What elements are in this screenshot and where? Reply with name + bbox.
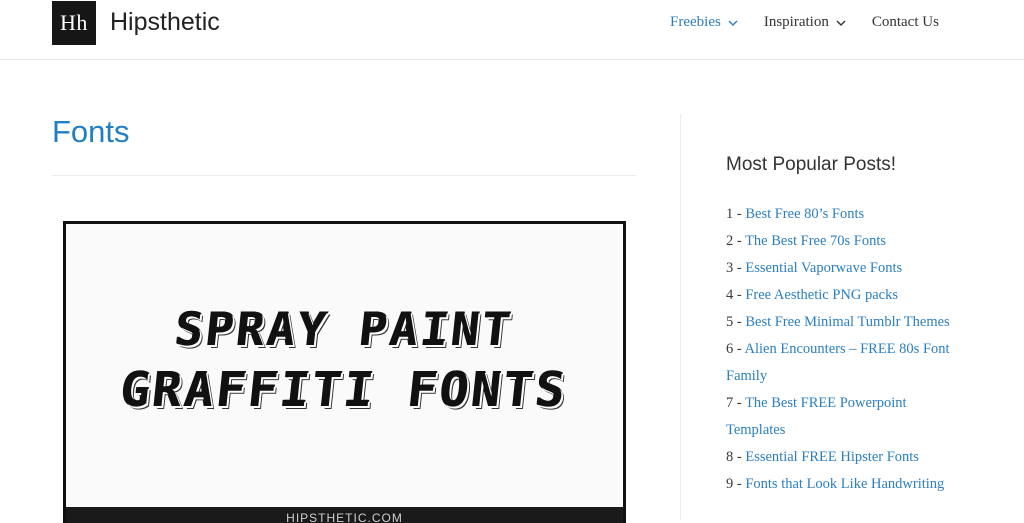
- post-link[interactable]: Fonts that Look Like Handwriting: [745, 476, 944, 492]
- post-number: 5 -: [726, 314, 746, 330]
- list-item: 9 - Fonts that Look Like Handwriting: [726, 471, 966, 498]
- list-item: 2 - The Best Free 70s Fonts: [726, 228, 966, 255]
- nav-item-label: Freebies: [670, 14, 721, 30]
- popular-posts-list: 1 - Best Free 80’s Fonts 2 - The Best Fr…: [726, 201, 966, 498]
- post-number: 7 -: [726, 395, 746, 411]
- site-logo[interactable]: Hh: [52, 1, 96, 45]
- post-link[interactable]: Best Free Minimal Tumblr Themes: [745, 314, 949, 330]
- post-number: 8 -: [726, 449, 746, 465]
- post-number: 2 -: [726, 233, 746, 249]
- site-title-link[interactable]: Hipsthetic: [110, 8, 220, 37]
- post-link[interactable]: Essential Vaporwave Fonts: [745, 260, 902, 276]
- chevron-down-icon: [728, 18, 738, 28]
- post-link[interactable]: Essential FREE Hipster Fonts: [745, 449, 919, 465]
- nav-item-inspiration[interactable]: Inspiration: [764, 14, 846, 31]
- title-divider: [52, 175, 636, 176]
- list-item: 6 - Alien Encounters – FREE 80s Font Fam…: [726, 336, 966, 390]
- page-title: Fonts: [52, 114, 130, 149]
- list-item: 4 - Free Aesthetic PNG packs: [726, 282, 966, 309]
- post-number: 9 -: [726, 476, 746, 492]
- site-header: Hh Hipsthetic Freebies Inspiration Conta…: [0, 0, 1024, 60]
- chevron-down-icon: [836, 18, 846, 28]
- post-number: 3 -: [726, 260, 746, 276]
- post-number: 1 -: [726, 206, 746, 222]
- post-number: 4 -: [726, 287, 746, 303]
- nav-item-contact-us[interactable]: Contact Us: [872, 14, 939, 31]
- featured-image-footer: HIPSTHETIC.COM: [66, 507, 623, 523]
- list-item: 5 - Best Free Minimal Tumblr Themes: [726, 309, 966, 336]
- post-link[interactable]: The Best FREE Powerpoint Templates: [726, 395, 907, 438]
- list-item: 7 - The Best FREE Powerpoint Templates: [726, 390, 966, 444]
- post-link[interactable]: Best Free 80’s Fonts: [745, 206, 864, 222]
- list-item: 1 - Best Free 80’s Fonts: [726, 201, 966, 228]
- featured-image[interactable]: SPRAY PAINT GRAFFITI FONTS HIPSTHETIC.CO…: [63, 221, 626, 523]
- nav-item-freebies[interactable]: Freebies: [670, 14, 738, 31]
- post-link[interactable]: Free Aesthetic PNG packs: [745, 287, 898, 303]
- post-number: 6 -: [726, 341, 745, 357]
- main-nav: Freebies Inspiration Contact Us: [670, 14, 939, 31]
- nav-item-label: Inspiration: [763, 14, 829, 30]
- list-item: 3 - Essential Vaporwave Fonts: [726, 255, 966, 282]
- sidebar-divider: [680, 114, 681, 520]
- nav-item-label: Contact Us: [871, 14, 939, 30]
- featured-image-text-line1: SPRAY PAINT: [172, 302, 517, 356]
- post-link[interactable]: Alien Encounters – FREE 80s Font Family: [726, 341, 950, 384]
- post-link[interactable]: The Best Free 70s Fonts: [745, 233, 886, 249]
- list-item: 8 - Essential FREE Hipster Fonts: [726, 444, 966, 471]
- featured-image-text-line2: GRAFFITI FONTS: [118, 362, 571, 418]
- widget-title: Most Popular Posts!: [726, 154, 897, 175]
